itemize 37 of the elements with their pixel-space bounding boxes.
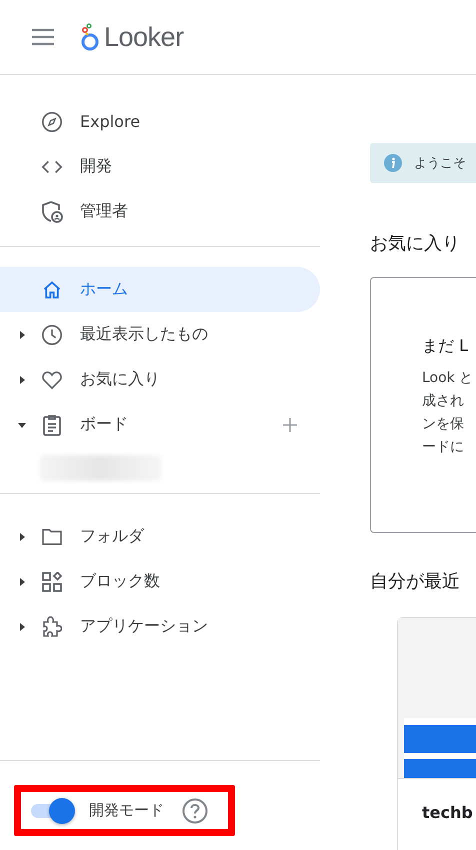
card-title: techb — [398, 778, 476, 822]
home-icon — [42, 280, 62, 300]
sidebar-item[interactable]: 管理者 — [0, 189, 320, 234]
code-icon — [41, 158, 63, 174]
card-title: まだ L — [422, 336, 469, 357]
section-heading: 自分が最近 — [370, 570, 461, 593]
section-heading: お気に入り — [370, 232, 461, 255]
sidebar-item[interactable]: フォルダ — [0, 514, 320, 559]
folder-icon — [41, 528, 63, 546]
clock-icon — [41, 324, 63, 346]
logo-icon — [80, 22, 100, 52]
sidebar-item[interactable]: 開発 — [0, 144, 320, 189]
help-icon[interactable] — [182, 798, 208, 824]
info-icon — [384, 154, 402, 172]
sidebar-item[interactable]: Explore — [0, 99, 320, 144]
dev-mode-switch[interactable] — [29, 796, 77, 824]
puzzle-icon — [42, 616, 62, 637]
menu-icon[interactable] — [30, 27, 56, 47]
logo-text: Looker — [104, 22, 184, 52]
compass-icon — [41, 110, 63, 132]
heart-icon — [41, 370, 63, 390]
sidebar-item[interactable]: ボード — [0, 402, 320, 447]
sidebar-item[interactable]: 最近表示したもの — [0, 312, 320, 357]
dashboard-card[interactable]: techb — [397, 617, 476, 850]
sidebar-item[interactable]: お気に入り — [0, 357, 320, 402]
card-text: ンを保 — [422, 415, 465, 434]
shield-user-icon — [41, 200, 63, 224]
sidebar-item[interactable]: ブロック数 — [0, 559, 320, 604]
clipboard-icon — [42, 414, 62, 436]
sidebar-item[interactable]: アプリケーション — [0, 604, 320, 649]
card-text: 成され — [422, 392, 465, 411]
card-text: ードに — [422, 438, 465, 457]
blocks-icon — [42, 572, 62, 592]
dev-mode-label: 開発モード — [89, 801, 164, 820]
card-text: Look と — [422, 369, 474, 388]
banner-text: ようこそ — [414, 155, 466, 172]
sidebar-item[interactable]: ホーム — [0, 267, 320, 312]
